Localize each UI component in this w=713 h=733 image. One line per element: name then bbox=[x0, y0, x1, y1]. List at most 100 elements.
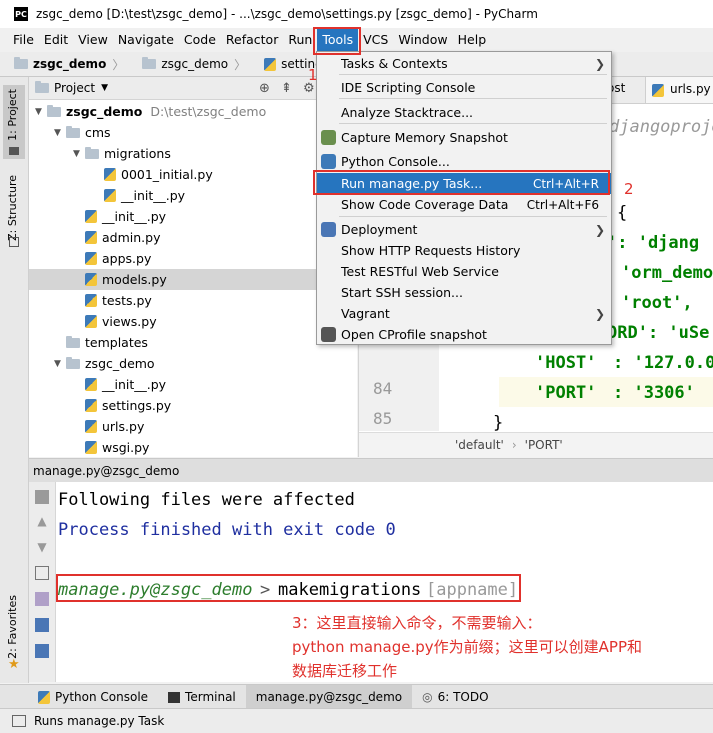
menu-separator bbox=[339, 216, 607, 217]
python-file-icon bbox=[104, 189, 116, 202]
tools-menu-item[interactable]: Show Code Coverage Data Ctrl+Alt+F6 bbox=[317, 194, 611, 215]
chevron-down-icon[interactable]: ▼ bbox=[73, 149, 85, 159]
project-view-selector[interactable]: Project bbox=[54, 81, 95, 95]
tree-item[interactable]: admin.py bbox=[29, 227, 357, 248]
breadcrumb-root[interactable]: zsgc_demo 〉 bbox=[0, 56, 128, 73]
chevron-right-icon: › bbox=[511, 438, 517, 452]
code-key: 'HOST' bbox=[535, 353, 597, 373]
tools-menu-item-label: Analyze Stacktrace... bbox=[341, 105, 474, 120]
tree-item[interactable]: views.py bbox=[29, 311, 357, 332]
tree-item[interactable]: ▼ zsgc_demo bbox=[29, 353, 357, 374]
project-tool-tab[interactable]: 1: Project bbox=[6, 89, 19, 141]
python-file-icon bbox=[85, 399, 97, 412]
tree-item[interactable]: tests.py bbox=[29, 290, 357, 311]
print-icon[interactable] bbox=[35, 618, 49, 632]
tab-todo[interactable]: ◎ 6: TODO bbox=[412, 685, 498, 709]
tools-menu-item[interactable]: Tasks & Contexts ❯ bbox=[317, 53, 611, 74]
project-tool-icon bbox=[9, 147, 19, 155]
trash-icon[interactable] bbox=[35, 644, 49, 658]
tree-item[interactable]: ▼ cms bbox=[29, 122, 357, 143]
menu-vcs[interactable]: VCS bbox=[358, 28, 393, 52]
menu-navigate[interactable]: Navigate bbox=[113, 28, 179, 52]
tools-menu-item-label: Tasks & Contexts bbox=[341, 56, 448, 71]
locate-icon[interactable]: ⊕ bbox=[259, 81, 270, 96]
tools-menu-shortcut: Ctrl+Alt+F6 bbox=[526, 197, 599, 212]
tree-item[interactable]: models.py bbox=[29, 269, 357, 290]
chevron-down-icon[interactable]: ▼ bbox=[101, 83, 108, 93]
tools-menu-item[interactable]: IDE Scripting Console bbox=[317, 77, 611, 98]
tree-item[interactable]: urls.py bbox=[29, 416, 357, 437]
tools-menu-item[interactable]: Start SSH session... bbox=[317, 282, 611, 303]
folder-icon bbox=[66, 125, 80, 138]
tree-item[interactable]: wsgi.py bbox=[29, 437, 357, 458]
annotation-box-tools bbox=[313, 27, 361, 55]
chevron-down-icon[interactable]: ▼ bbox=[35, 107, 47, 117]
tree-item[interactable]: apps.py bbox=[29, 248, 357, 269]
folder-icon bbox=[14, 57, 28, 69]
tree-item-label: urls.py bbox=[102, 419, 145, 434]
tree-item[interactable]: __init__.py bbox=[29, 185, 357, 206]
tool-window-toggle-icon[interactable] bbox=[12, 715, 26, 727]
title-bar: PC zsgc_demo [D:\test\zsgc_demo] - ...\z… bbox=[0, 0, 713, 28]
tab-manage-py[interactable]: manage.py@zsgc_demo bbox=[245, 685, 413, 709]
tree-item[interactable]: settings.py bbox=[29, 395, 357, 416]
tools-menu-item[interactable]: Vagrant ❯ bbox=[317, 303, 611, 324]
tree-item[interactable]: ▼ migrations bbox=[29, 143, 357, 164]
code-line: 'root', bbox=[621, 293, 693, 313]
tree-item[interactable]: 0001_initial.py bbox=[29, 164, 357, 185]
tree-item[interactable]: __init__.py bbox=[29, 206, 357, 227]
menu-window[interactable]: Window bbox=[393, 28, 452, 52]
menu-edit[interactable]: Edit bbox=[39, 28, 73, 52]
tree-item-label: admin.py bbox=[102, 230, 161, 245]
tools-menu-item[interactable]: Deployment ❯ bbox=[317, 219, 611, 240]
tab-python-console[interactable]: Python Console bbox=[28, 685, 158, 709]
menu-code[interactable]: Code bbox=[179, 28, 221, 52]
tools-menu-item[interactable]: Open CProfile snapshot bbox=[317, 324, 611, 345]
tree-item[interactable]: __init__.py bbox=[29, 374, 357, 395]
tree-item-label: __init__.py bbox=[102, 377, 167, 392]
code-key: 'PORT' bbox=[535, 383, 597, 403]
menu-help[interactable]: Help bbox=[453, 28, 492, 52]
console-output-line: Process finished with exit code 0 bbox=[58, 520, 396, 540]
chevron-down-icon[interactable]: ▼ bbox=[54, 128, 66, 138]
chevron-down-icon[interactable]: ▼ bbox=[54, 359, 66, 369]
tree-item-label: views.py bbox=[102, 314, 157, 329]
terminal-icon bbox=[168, 691, 181, 703]
folder-icon bbox=[66, 356, 80, 369]
editor-crumb[interactable]: 'default' bbox=[455, 438, 504, 452]
memory-icon bbox=[321, 130, 336, 145]
structure-tool-tab[interactable]: Z: Structure bbox=[6, 175, 19, 241]
tools-menu-item[interactable]: Analyze Stacktrace... bbox=[317, 102, 611, 123]
tools-menu-item[interactable]: Python Console... bbox=[317, 151, 611, 172]
tools-menu-item[interactable]: Capture Memory Snapshot bbox=[317, 127, 611, 148]
tools-dropdown-menu: Tasks & Contexts ❯ IDE Scripting Console An… bbox=[316, 51, 612, 345]
tree-item-label: cms bbox=[85, 125, 111, 140]
menu-refactor[interactable]: Refactor bbox=[221, 28, 283, 52]
todo-icon: ◎ bbox=[422, 690, 433, 704]
menu-file[interactable]: File bbox=[8, 28, 39, 52]
tree-item[interactable]: ▼ zsgc_demo D:\test\zsgc_demo bbox=[29, 101, 357, 122]
annotation-note-line: python manage.py作为前缀；这里可以创建APP和 bbox=[292, 638, 643, 656]
chevron-right-icon: 〉 bbox=[234, 57, 247, 72]
tools-menu-item[interactable]: Test RESTful Web Service bbox=[317, 261, 611, 282]
editor-tab-urls[interactable]: urls.py bbox=[645, 77, 713, 103]
scroll-end-icon[interactable] bbox=[35, 592, 49, 606]
project-view-icon bbox=[35, 81, 49, 93]
collapse-icon[interactable]: ⇞ bbox=[281, 81, 292, 96]
status-bar: Runs manage.py Task bbox=[0, 708, 713, 733]
stop-icon[interactable] bbox=[35, 490, 49, 504]
arrow-up-icon[interactable]: ▲ bbox=[35, 514, 49, 528]
breadcrumb-package[interactable]: zsgc_demo 〉 bbox=[128, 56, 250, 73]
menu-view[interactable]: View bbox=[73, 28, 113, 52]
tools-menu-item[interactable]: Show HTTP Requests History bbox=[317, 240, 611, 261]
code-line: ORD': 'uSe bbox=[607, 323, 710, 343]
arrow-down-icon[interactable]: ▼ bbox=[35, 540, 49, 554]
console-output-line: Following files were affected bbox=[58, 490, 355, 510]
tab-terminal[interactable]: Terminal bbox=[158, 685, 246, 709]
soft-wrap-icon[interactable] bbox=[35, 566, 49, 580]
editor-crumb[interactable]: 'PORT' bbox=[525, 438, 563, 452]
tree-item[interactable]: templates bbox=[29, 332, 357, 353]
star-icon: ★ bbox=[8, 657, 20, 672]
favorites-tool-tab[interactable]: 2: Favorites bbox=[6, 595, 19, 659]
python-icon bbox=[321, 154, 336, 169]
